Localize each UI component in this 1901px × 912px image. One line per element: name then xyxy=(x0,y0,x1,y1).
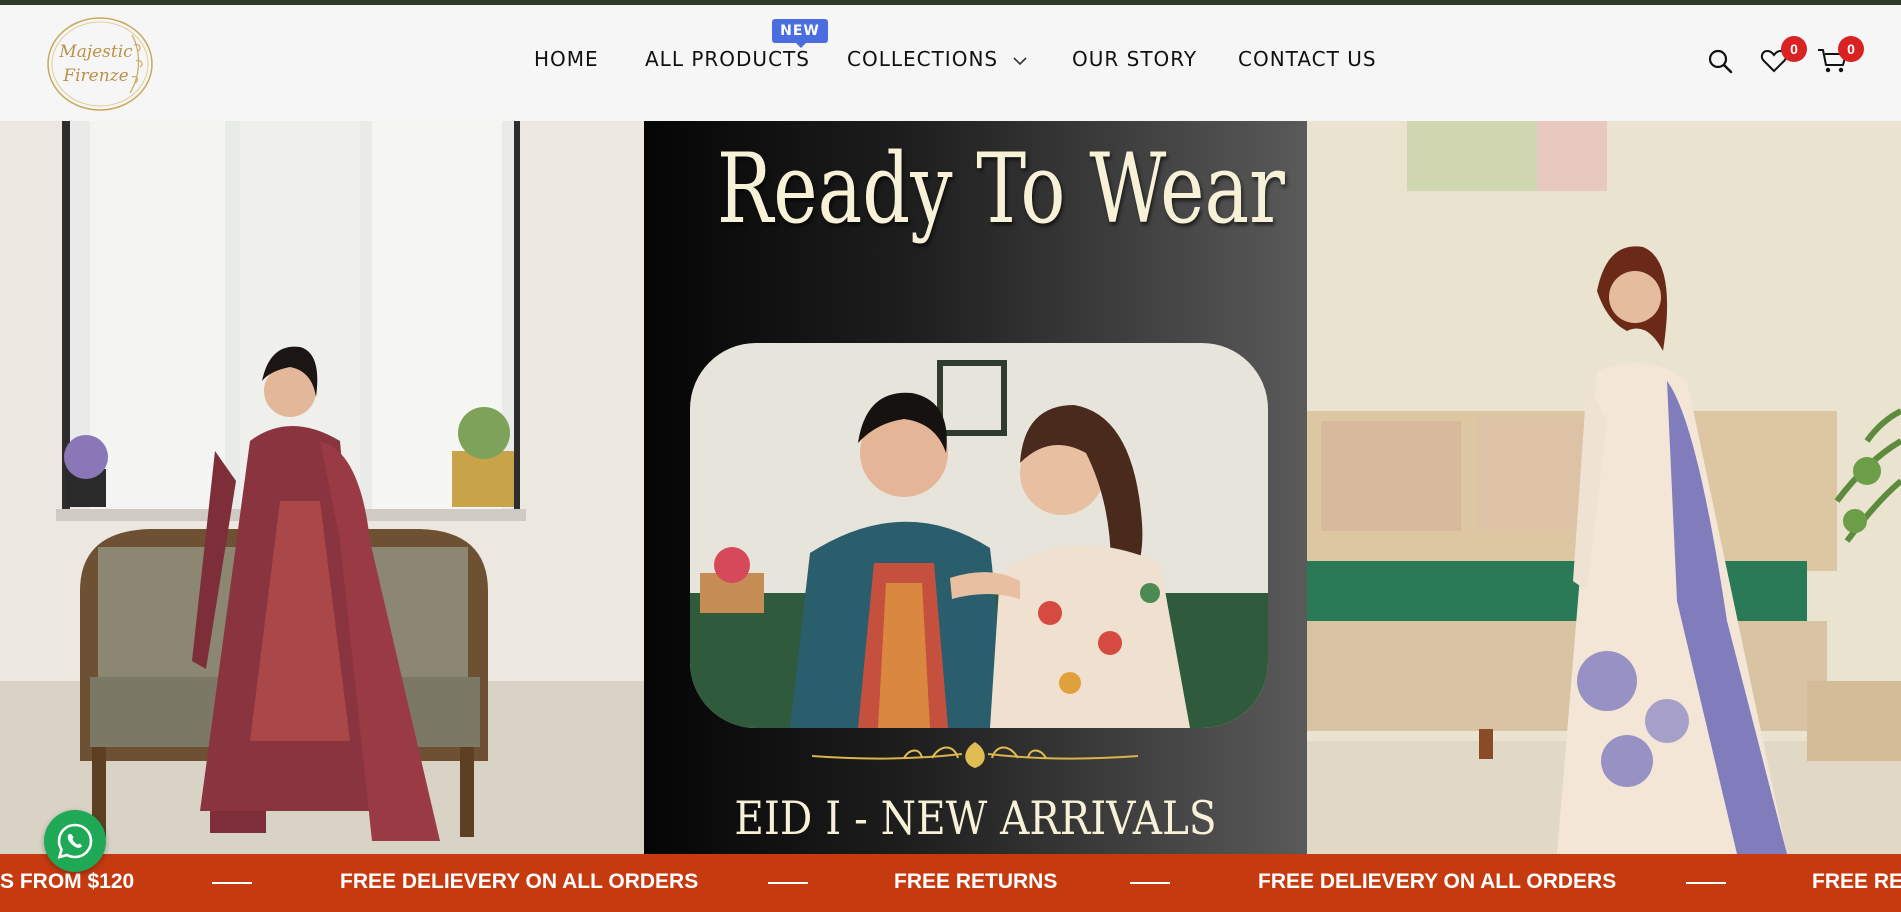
whatsapp-icon xyxy=(57,823,93,859)
ticker-item: FREE RETURNS xyxy=(894,870,1058,893)
nav-item-collections[interactable]: COLLECTIONS xyxy=(847,47,1028,71)
ticker-item: S FROM $120 xyxy=(0,870,135,893)
search-button[interactable] xyxy=(1706,47,1734,75)
hero-photo-right xyxy=(1307,121,1901,854)
models-photo-center xyxy=(690,343,1268,728)
ticker-item: FREE DELIEVERY ON ALL ORDERS xyxy=(1258,870,1617,893)
nav-item-all-products[interactable]: ALL PRODUCTS xyxy=(645,47,810,71)
announcement-ticker: S FROM $120 FREE DELIEVERY ON ALL ORDERS… xyxy=(0,854,1901,912)
nav-item-home[interactable]: HOME xyxy=(534,47,599,71)
hero-headline: Ready To Wear xyxy=(716,133,1285,245)
model-photo-right xyxy=(1307,121,1901,854)
hero-promo-panel: Ready To Wear EID I - NEW ARRIVALS xyxy=(644,121,1307,854)
ticker-item: FREE DELIEVERY ON ALL ORDERS xyxy=(340,870,699,893)
ticker-item: FREE RET xyxy=(1812,870,1901,893)
model-photo-left xyxy=(0,121,644,854)
ticker-separator xyxy=(212,882,252,884)
hero-banner[interactable]: Ready To Wear EID I - NEW ARRIVALS xyxy=(0,121,1901,854)
gold-ornament-divider xyxy=(812,742,1138,768)
whatsapp-chat-button[interactable] xyxy=(44,810,106,872)
new-badge: NEW xyxy=(772,19,828,48)
ticker-separator xyxy=(1130,882,1170,884)
nav-item-collections-label: COLLECTIONS xyxy=(847,47,999,71)
hero-photo-left xyxy=(0,121,644,854)
cart-count-badge: 0 xyxy=(1838,36,1864,62)
main-nav: HOME ALL PRODUCTS NEW COLLECTIONS OUR ST… xyxy=(0,5,1901,121)
ticker-separator xyxy=(1686,882,1726,884)
hero-photo-center xyxy=(690,343,1268,728)
search-icon xyxy=(1708,49,1733,74)
ticker-separator xyxy=(768,882,808,884)
hero-subheadline: EID I - NEW ARRIVALS xyxy=(734,791,1217,845)
nav-item-contact-us[interactable]: CONTACT US xyxy=(1238,47,1377,71)
chevron-down-icon xyxy=(1013,56,1028,65)
wishlist-count-badge: 0 xyxy=(1781,36,1807,62)
site-header: Majestic Firenze HOME ALL PRODUCTS NEW C… xyxy=(0,5,1901,121)
nav-item-our-story[interactable]: OUR STORY xyxy=(1072,47,1197,71)
